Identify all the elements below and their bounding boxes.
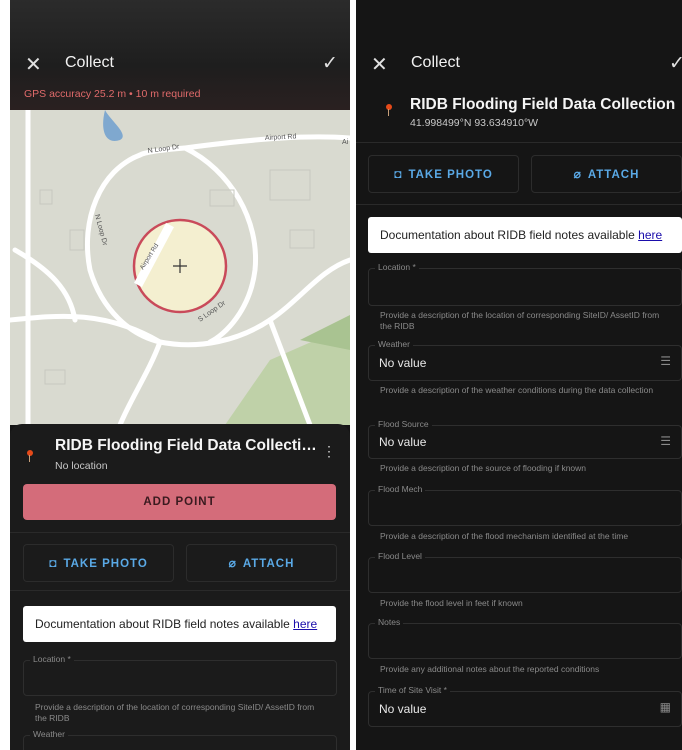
field-label: Time of Site Visit * bbox=[375, 685, 450, 695]
doc-link[interactable]: here bbox=[638, 228, 662, 242]
take-photo-button[interactable]: ◘ TAKE PHOTO bbox=[23, 544, 174, 582]
flood-source-field[interactable]: Flood Source No value ☰ bbox=[368, 419, 682, 459]
divider bbox=[10, 590, 350, 591]
take-photo-label: TAKE PHOTO bbox=[408, 169, 493, 181]
field-label: Location * bbox=[375, 262, 419, 272]
field-label: Flood Source bbox=[375, 419, 432, 429]
divider bbox=[356, 142, 682, 143]
flood-mech-field[interactable]: Flood Mech bbox=[368, 484, 682, 526]
map-view[interactable]: N Loop Dr Airport Rd Ai N Loop Dr S Loop… bbox=[10, 110, 350, 425]
weather-field[interactable]: Weather bbox=[23, 729, 337, 750]
location-help: Provide a description of the location of… bbox=[35, 702, 315, 723]
camera-icon: ◘ bbox=[394, 167, 403, 181]
flood-source-help: Provide a description of the source of f… bbox=[380, 463, 587, 473]
field-label: Weather bbox=[375, 339, 413, 349]
documentation-note: Documentation about RIDB field notes ava… bbox=[23, 606, 336, 642]
more-options-icon[interactable]: ⋮ bbox=[322, 443, 336, 460]
take-photo-button[interactable]: ◘ TAKE PHOTO bbox=[368, 155, 519, 193]
flood-level-field[interactable]: Flood Level bbox=[368, 551, 682, 593]
doc-text: Documentation about RIDB field notes ava… bbox=[380, 228, 639, 242]
project-pin-icon bbox=[386, 104, 392, 116]
top-bar: ✕ Collect ✓ GPS accuracy 25.2 m • 10 m r… bbox=[10, 0, 350, 110]
time-of-site-visit-value: No value bbox=[379, 702, 427, 716]
close-icon[interactable]: ✕ bbox=[25, 52, 42, 78]
flood-level-help: Provide the flood level in feet if known bbox=[380, 598, 523, 608]
screen-title: Collect bbox=[65, 54, 114, 71]
check-icon[interactable]: ✓ bbox=[322, 52, 338, 75]
close-icon[interactable]: ✕ bbox=[371, 52, 388, 78]
doc-text: Documentation about RIDB field notes ava… bbox=[35, 617, 294, 631]
divider bbox=[10, 532, 350, 533]
top-bar: ✕ Collect ✓ bbox=[356, 0, 682, 90]
project-bottom-sheet: RIDB Flooding Field Data Collecti… No lo… bbox=[10, 424, 350, 750]
attach-label: ATTACH bbox=[587, 169, 640, 181]
attach-button[interactable]: ⌀ ATTACH bbox=[186, 544, 337, 582]
take-photo-label: TAKE PHOTO bbox=[63, 558, 148, 570]
screen-title: Collect bbox=[411, 54, 460, 71]
notes-help: Provide any additional notes about the r… bbox=[380, 664, 600, 674]
collect-screen-form: ✕ Collect ✓ RIDB Flooding Field Data Col… bbox=[356, 0, 682, 750]
weather-value: No value bbox=[379, 356, 427, 370]
coordinates: 41.998499°N 93.634910°W bbox=[410, 117, 539, 129]
field-label: Flood Level bbox=[375, 551, 425, 561]
location-field-label: Location * bbox=[30, 654, 74, 664]
attach-button[interactable]: ⌀ ATTACH bbox=[531, 155, 682, 193]
field-label: Notes bbox=[375, 617, 404, 627]
project-name: RIDB Flooding Field Data Collecti… bbox=[55, 437, 317, 454]
map-label-airport-rd-edge: Ai bbox=[342, 139, 349, 146]
camera-icon: ◘ bbox=[49, 556, 58, 570]
weather-help: Provide a description of the weather con… bbox=[380, 385, 654, 395]
paperclip-icon: ⌀ bbox=[573, 167, 582, 181]
list-icon: ☰ bbox=[660, 354, 671, 368]
calendar-icon[interactable]: ▦ bbox=[660, 700, 671, 714]
doc-link[interactable]: here bbox=[293, 617, 317, 631]
divider bbox=[356, 204, 682, 205]
weather-field[interactable]: Weather No value ☰ bbox=[368, 339, 682, 381]
documentation-note: Documentation about RIDB field notes ava… bbox=[368, 217, 682, 253]
gps-accuracy-status: GPS accuracy 25.2 m • 10 m required bbox=[24, 88, 201, 100]
time-of-site-visit-field[interactable]: Time of Site Visit * No value ▦ bbox=[368, 685, 682, 727]
add-point-button[interactable]: ADD POINT bbox=[23, 484, 336, 520]
flood-source-value: No value bbox=[379, 435, 427, 449]
project-pin-icon bbox=[27, 450, 33, 462]
notes-field[interactable]: Notes bbox=[368, 617, 682, 659]
flood-mech-help: Provide a description of the flood mecha… bbox=[380, 531, 629, 541]
location-status: No location bbox=[55, 460, 108, 472]
list-icon: ☰ bbox=[660, 434, 671, 448]
project-name: RIDB Flooding Field Data Collection bbox=[410, 96, 676, 113]
check-icon[interactable]: ✓ bbox=[669, 52, 682, 75]
location-field[interactable]: Location * bbox=[23, 654, 337, 696]
location-help: Provide a description of the location of… bbox=[380, 310, 660, 331]
field-label: Flood Mech bbox=[375, 484, 426, 494]
location-field[interactable]: Location * bbox=[368, 262, 682, 306]
weather-field-label: Weather bbox=[30, 729, 68, 739]
attach-label: ATTACH bbox=[242, 558, 295, 570]
collect-screen-map: ✕ Collect ✓ GPS accuracy 25.2 m • 10 m r… bbox=[10, 0, 350, 750]
paperclip-icon: ⌀ bbox=[228, 556, 237, 570]
